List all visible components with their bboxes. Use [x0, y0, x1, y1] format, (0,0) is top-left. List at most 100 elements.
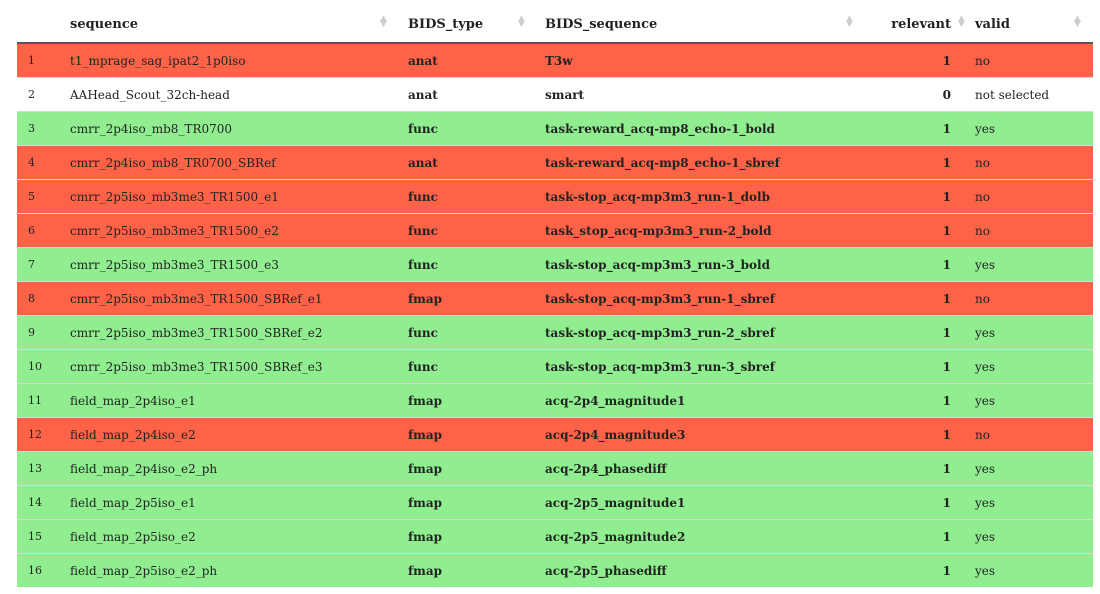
- cell-bids-type: func: [408, 349, 545, 384]
- row-index: 8: [17, 281, 70, 316]
- cell-bids-type: func: [408, 179, 545, 214]
- row-index: 2: [17, 77, 70, 112]
- table-row[interactable]: 11 field_map_2p4iso_e1 fmap acq-2p4_magnitu…: [17, 383, 1093, 418]
- row-index: 1: [17, 42, 70, 78]
- table-row[interactable]: 16 field_map_2p5iso_e2_ph fmap acq-2p5_phas…: [17, 553, 1093, 587]
- cell-bids-type: anat: [408, 77, 545, 112]
- cell-sequence: cmrr_2p4iso_mb8_TR0700: [70, 111, 408, 146]
- cell-sequence: field_map_2p5iso_e2_ph: [70, 553, 408, 587]
- table-row[interactable]: 13 field_map_2p4iso_e2_ph fmap acq-2p4_phas…: [17, 451, 1093, 486]
- row-index: 12: [17, 417, 70, 452]
- cell-relevant: 1: [865, 553, 975, 587]
- row-index: 14: [17, 485, 70, 520]
- cell-valid: yes: [975, 383, 1093, 418]
- row-index: 16: [17, 553, 70, 587]
- bids-sequence-table: sequence ▲ ▼ BIDS_type ▲ ▼ BIDS_sequence ▲…: [17, 6, 1093, 587]
- table-row[interactable]: 7 cmrr_2p5iso_mb3me3_TR1500_e3 func task-st…: [17, 247, 1093, 282]
- header-bids-sequence-label: BIDS_sequence: [545, 16, 658, 32]
- sort-sequence-icon[interactable]: ▲ ▼: [380, 15, 387, 29]
- header-sequence[interactable]: sequence ▲ ▼: [70, 6, 408, 44]
- cell-bids-type: func: [408, 247, 545, 282]
- cell-relevant: 1: [865, 145, 975, 180]
- table-row[interactable]: 6 cmrr_2p5iso_mb3me3_TR1500_e2 func task_st…: [17, 213, 1093, 248]
- cell-valid: yes: [975, 349, 1093, 384]
- cell-bids-type: fmap: [408, 417, 545, 452]
- table-row[interactable]: 5 cmrr_2p5iso_mb3me3_TR1500_e1 func task-st…: [17, 179, 1093, 214]
- table-row[interactable]: 2 AAHead_Scout_32ch-head anat smart 0 not sel…: [17, 77, 1093, 112]
- cell-bids-type: func: [408, 315, 545, 350]
- cell-sequence: AAHead_Scout_32ch-head: [70, 77, 408, 112]
- cell-bids-sequence: task_stop_acq-mp3m3_run-2_bold: [545, 213, 865, 248]
- cell-bids-sequence: acq-2p4_phasediff: [545, 451, 865, 486]
- cell-valid: yes: [975, 111, 1093, 146]
- header-valid[interactable]: valid ▲ ▼: [975, 6, 1093, 44]
- header-bids-type[interactable]: BIDS_type ▲ ▼: [408, 6, 545, 44]
- cell-valid: yes: [975, 315, 1093, 350]
- table-row[interactable]: 8 cmrr_2p5iso_mb3me3_TR1500_SBRef_e1 fmap t…: [17, 281, 1093, 316]
- cell-sequence: field_map_2p5iso_e2: [70, 519, 408, 554]
- header-relevant[interactable]: relevant ▲ ▼: [865, 6, 975, 44]
- sort-valid-icon[interactable]: ▲ ▼: [1074, 15, 1081, 29]
- cell-bids-type: func: [408, 111, 545, 146]
- cell-valid: no: [975, 179, 1093, 214]
- cell-bids-type: fmap: [408, 383, 545, 418]
- cell-valid: yes: [975, 247, 1093, 282]
- row-index: 7: [17, 247, 70, 282]
- table-row[interactable]: 14 field_map_2p5iso_e1 fmap acq-2p5_magnitu…: [17, 485, 1093, 520]
- header-sequence-label: sequence: [70, 16, 139, 32]
- cell-relevant: 1: [865, 349, 975, 384]
- table-row[interactable]: 4 cmrr_2p4iso_mb8_TR0700_SBRef anat task-re…: [17, 145, 1093, 180]
- cell-bids-sequence: T3w: [545, 42, 865, 78]
- table-row[interactable]: 15 field_map_2p5iso_e2 fmap acq-2p5_magnitu…: [17, 519, 1093, 554]
- cell-bids-type: fmap: [408, 451, 545, 486]
- cell-relevant: 1: [865, 451, 975, 486]
- cell-valid: no: [975, 213, 1093, 248]
- table-row[interactable]: 9 cmrr_2p5iso_mb3me3_TR1500_SBRef_e2 func t…: [17, 315, 1093, 350]
- cell-bids-sequence: acq-2p5_magnitude1: [545, 485, 865, 520]
- row-index: 15: [17, 519, 70, 554]
- cell-valid: no: [975, 417, 1093, 452]
- cell-sequence: cmrr_2p5iso_mb3me3_TR1500_SBRef_e1: [70, 281, 408, 316]
- cell-valid: not selected: [975, 77, 1093, 112]
- sort-bids-type-icon[interactable]: ▲ ▼: [518, 15, 525, 29]
- table-row[interactable]: 3 cmrr_2p4iso_mb8_TR0700 func task-reward_a…: [17, 111, 1093, 146]
- cell-sequence: field_map_2p4iso_e2: [70, 417, 408, 452]
- cell-sequence: cmrr_2p5iso_mb3me3_TR1500_e1: [70, 179, 408, 214]
- cell-relevant: 1: [865, 417, 975, 452]
- cell-bids-sequence: task-stop_acq-mp3m3_run-1_dolb: [545, 179, 865, 214]
- cell-relevant: 1: [865, 111, 975, 146]
- cell-bids-sequence: task-reward_acq-mp8_echo-1_bold: [545, 111, 865, 146]
- table-row[interactable]: 10 cmrr_2p5iso_mb3me3_TR1500_SBRef_e3 func…: [17, 349, 1093, 384]
- row-index: 11: [17, 383, 70, 418]
- table-body: 1 t1_mprage_sag_ipat2_1p0iso anat T3w 1 no 2 AA…: [17, 42, 1093, 587]
- cell-sequence: cmrr_2p5iso_mb3me3_TR1500_SBRef_e2: [70, 315, 408, 350]
- header-valid-label: valid: [975, 16, 1010, 32]
- cell-relevant: 1: [865, 383, 975, 418]
- table-row[interactable]: 12 field_map_2p4iso_e2 fmap acq-2p4_magnitu…: [17, 417, 1093, 452]
- cell-sequence: cmrr_2p4iso_mb8_TR0700_SBRef: [70, 145, 408, 180]
- cell-relevant: 0: [865, 77, 975, 112]
- cell-valid: yes: [975, 485, 1093, 520]
- cell-relevant: 1: [865, 485, 975, 520]
- cell-bids-type: fmap: [408, 281, 545, 316]
- cell-valid: yes: [975, 451, 1093, 486]
- cell-sequence: field_map_2p5iso_e1: [70, 485, 408, 520]
- sort-bids-sequence-icon[interactable]: ▲ ▼: [846, 15, 853, 29]
- cell-bids-type: fmap: [408, 485, 545, 520]
- cell-bids-sequence: acq-2p4_magnitude1: [545, 383, 865, 418]
- cell-bids-sequence: task-stop_acq-mp3m3_run-3_bold: [545, 247, 865, 282]
- cell-bids-type: fmap: [408, 553, 545, 587]
- cell-relevant: 1: [865, 519, 975, 554]
- sort-relevant-icon[interactable]: ▲ ▼: [958, 15, 965, 29]
- cell-bids-type: func: [408, 213, 545, 248]
- cell-bids-sequence: task-stop_acq-mp3m3_run-3_sbref: [545, 349, 865, 384]
- cell-valid: no: [975, 42, 1093, 78]
- cell-bids-sequence: acq-2p5_magnitude2: [545, 519, 865, 554]
- cell-sequence: cmrr_2p5iso_mb3me3_TR1500_e2: [70, 213, 408, 248]
- cell-sequence: field_map_2p4iso_e1: [70, 383, 408, 418]
- header-bids-sequence[interactable]: BIDS_sequence ▲ ▼: [545, 6, 865, 44]
- row-index: 3: [17, 111, 70, 146]
- table-row[interactable]: 1 t1_mprage_sag_ipat2_1p0iso anat T3w 1 no: [17, 42, 1093, 78]
- cell-valid: yes: [975, 519, 1093, 554]
- row-index: 13: [17, 451, 70, 486]
